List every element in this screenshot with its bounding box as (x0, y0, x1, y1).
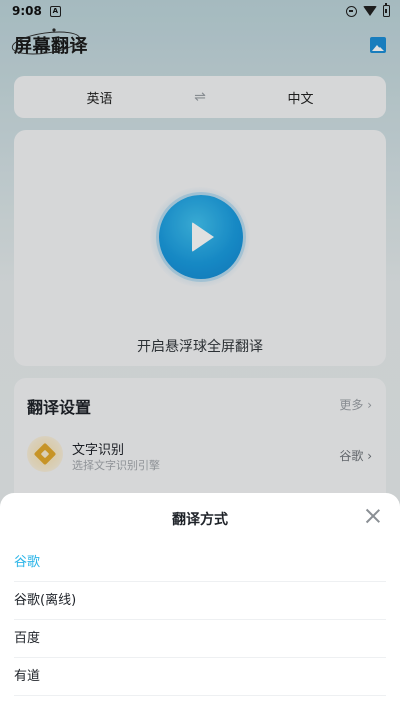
translation-method-sheet: 翻译方式 谷歌 谷歌(离线) 百度 有道 (0, 493, 400, 711)
sheet-title: 翻译方式 (172, 512, 228, 528)
option-baidu[interactable]: 百度 (14, 620, 386, 658)
option-google-offline[interactable]: 谷歌(离线) (14, 582, 386, 620)
option-youdao[interactable]: 有道 (14, 658, 386, 696)
close-icon[interactable] (364, 507, 382, 525)
option-google[interactable]: 谷歌 (14, 544, 386, 582)
